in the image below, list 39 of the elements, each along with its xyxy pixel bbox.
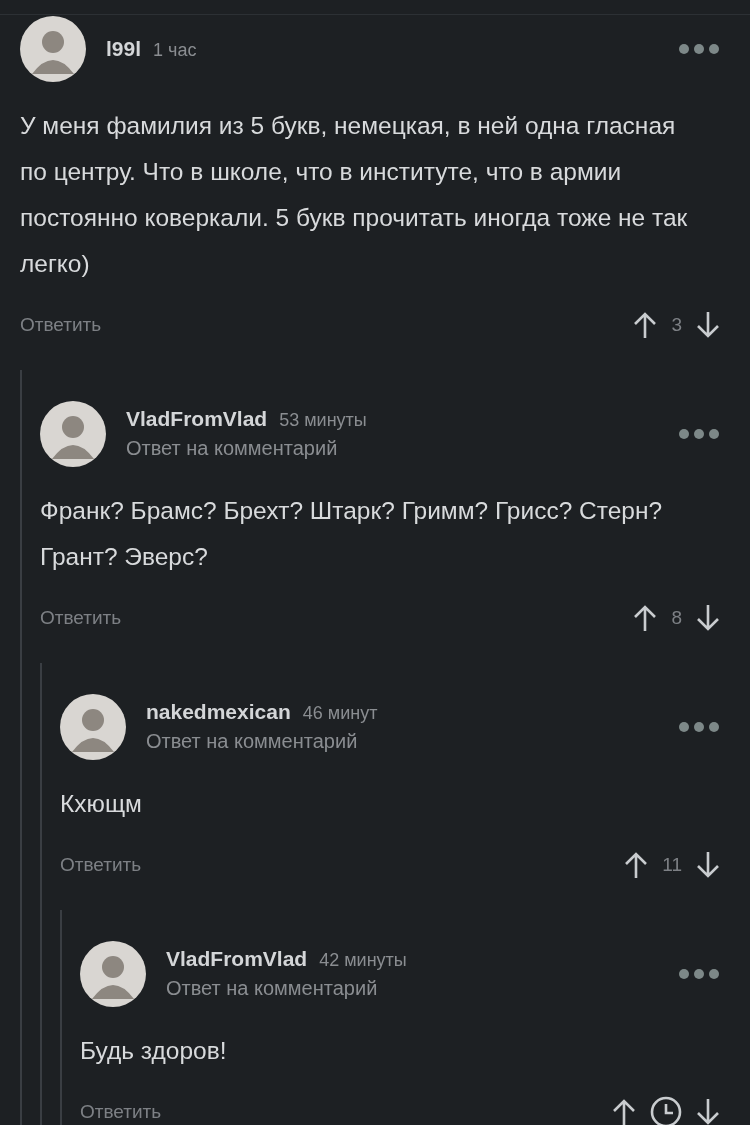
upvote-icon[interactable] — [612, 1098, 636, 1125]
reply-link[interactable]: Ответить — [60, 854, 142, 876]
reply-to-label[interactable]: Ответ на комментарий — [126, 437, 678, 460]
more-icon[interactable] — [678, 42, 720, 55]
username[interactable]: VladFromVlad — [126, 407, 268, 431]
username[interactable]: VladFromVlad — [166, 947, 308, 971]
avatar[interactable] — [40, 400, 106, 467]
avatar[interactable] — [60, 693, 126, 760]
comment-time: 1 час — [153, 39, 197, 61]
avatar[interactable] — [80, 940, 146, 1007]
upvote-icon[interactable] — [633, 604, 658, 632]
comment-text: Франк? Брамс? Брехт? Штарк? Гримм? Грисс? Стерн? Грант? Эверс? — [40, 496, 664, 572]
more-icon[interactable] — [678, 720, 720, 733]
rating-count: 11 — [662, 854, 682, 876]
avatar[interactable] — [20, 15, 86, 82]
reply-link[interactable]: Ответить — [80, 1101, 162, 1123]
reply-link[interactable]: Ответить — [20, 314, 102, 336]
upvote-icon[interactable] — [624, 851, 649, 879]
downvote-icon[interactable] — [696, 851, 720, 879]
more-icon[interactable] — [678, 967, 720, 980]
rating-count: 3 — [671, 314, 682, 336]
downvote-icon[interactable] — [696, 604, 720, 632]
downvote-icon[interactable] — [696, 311, 720, 339]
upvote-icon[interactable] — [633, 311, 658, 339]
downvote-icon[interactable] — [696, 1098, 720, 1125]
username[interactable]: nakedmexican — [146, 700, 291, 724]
comment-time: 46 минут — [302, 703, 378, 724]
comment-time: 42 минуты — [319, 950, 407, 971]
username[interactable]: l99l — [106, 36, 142, 61]
comment-time: 53 минуты — [279, 410, 367, 431]
clock-icon — [650, 1096, 682, 1125]
comment-text: Кхющм — [60, 789, 143, 819]
more-icon[interactable] — [678, 427, 720, 440]
comment-text: У меня фамилия из 5 букв, немецкая, в ней одна гласная по центру. Что в школе, что в институте, что в армии постоянно коверкали. 5 букв прочитать иногда тоже не так легко) — [20, 111, 689, 279]
reply-link[interactable]: Ответить — [40, 607, 122, 629]
reply-to-label[interactable]: Ответ на комментарий — [146, 730, 678, 753]
reply-to-label[interactable]: Ответ на комментарий — [166, 977, 678, 1000]
comment-text: Будь здоров! — [80, 1036, 228, 1066]
rating-count: 8 — [671, 607, 682, 629]
